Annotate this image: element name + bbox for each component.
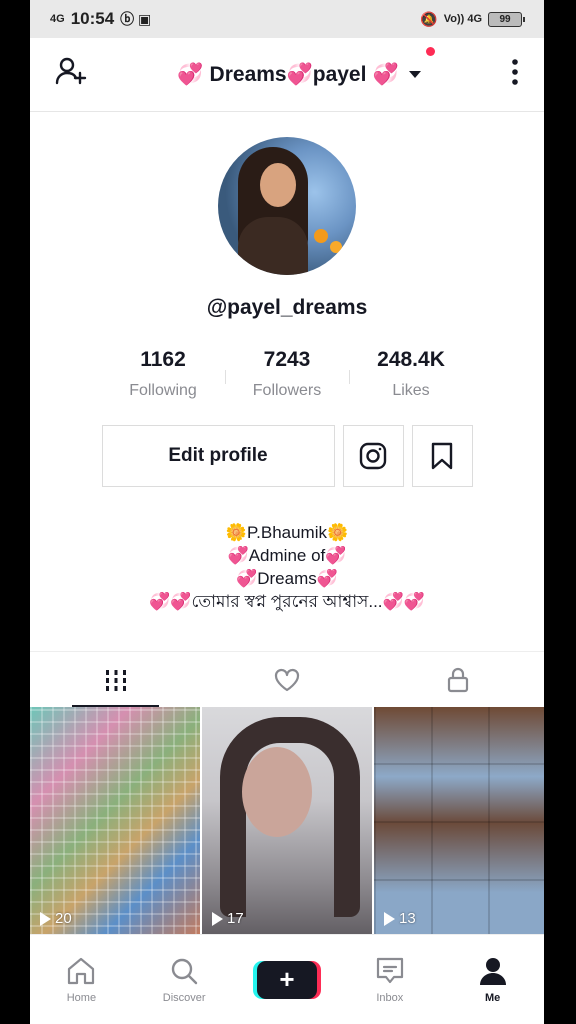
stat-followers[interactable]: 7243 Followers — [225, 348, 349, 400]
username: @payel_dreams — [206, 296, 368, 319]
account-name: Dreams💞payel — [209, 62, 367, 86]
heart-icon — [274, 668, 300, 691]
bio-line: 💞💞তোমার স্বপ্ন পুরনের আশ্বাস...💞💞 — [149, 592, 425, 611]
more-options-icon[interactable] — [510, 57, 520, 92]
app-screen: 4G 10:54 ⓑ ▣ 🔕 Vo)) 4G 99 💞 Dreams💞payel… — [30, 0, 544, 1024]
view-count-value: 20 — [55, 910, 72, 927]
video-grid: 20 17 13 — [30, 707, 544, 939]
nav-inbox[interactable]: Inbox — [350, 956, 430, 1004]
stat-value: 248.4K — [377, 348, 445, 371]
content-tabs — [30, 651, 544, 707]
grid-icon — [105, 669, 126, 691]
inbox-icon — [376, 957, 403, 983]
play-icon — [212, 911, 223, 926]
bio-line: 🌼P.Bhaumik🌼 — [225, 523, 349, 542]
nav-label: Inbox — [376, 991, 404, 1004]
chevron-down-icon — [408, 71, 421, 78]
account-switcher[interactable]: 💞 Dreams💞payel 💞 — [177, 46, 435, 87]
video-thumbnail[interactable]: 13 — [374, 707, 544, 939]
play-icon — [40, 911, 51, 926]
video-thumbnail[interactable]: 17 — [202, 707, 372, 939]
stat-label: Following — [129, 382, 197, 399]
stat-likes[interactable]: 248.4K Likes — [349, 348, 473, 400]
stat-following[interactable]: 1162 Following — [101, 348, 225, 400]
stat-label: Followers — [252, 382, 322, 399]
video-thumbnail[interactable]: 20 — [30, 707, 200, 939]
instagram-button[interactable] — [342, 425, 404, 487]
edit-profile-button[interactable]: Edit profile — [101, 425, 335, 487]
tab-private[interactable] — [373, 652, 544, 707]
nav-home[interactable]: Home — [41, 956, 121, 1004]
stat-value: 7243 — [263, 348, 311, 371]
avatar[interactable] — [218, 137, 356, 275]
notification-icons: ⓑ ▣ — [120, 11, 152, 27]
nav-discover[interactable]: Discover — [144, 956, 224, 1004]
tab-liked[interactable] — [201, 652, 372, 707]
status-bar: 4G 10:54 ⓑ ▣ 🔕 Vo)) 4G 99 — [30, 0, 544, 38]
profile-icon — [479, 957, 506, 985]
battery-icon: 99 — [488, 11, 525, 27]
tab-videos[interactable] — [30, 652, 201, 707]
heart-emoji: 💞 — [372, 62, 399, 86]
nav-label: Discover — [162, 991, 206, 1004]
bottom-nav: Home Discover + Inbox Me — [30, 934, 544, 1024]
network-indicator: 4G — [50, 13, 65, 25]
view-count-value: 13 — [399, 910, 416, 927]
nav-label: Home — [66, 991, 97, 1004]
volte-indicator: Vo)) 4G — [443, 13, 482, 25]
view-count: 17 — [212, 910, 244, 927]
create-button[interactable]: + — [256, 960, 317, 999]
instagram-icon — [359, 442, 387, 470]
lock-icon — [448, 667, 469, 692]
profile-section: @payel_dreams 1162 Following 7243 Follow… — [30, 112, 544, 613]
nav-label: Me — [484, 991, 501, 1004]
clock: 10:54 — [70, 9, 115, 28]
stat-label: Likes — [392, 382, 430, 399]
stats-row: 1162 Following 7243 Followers 248.4K Lik… — [101, 348, 473, 400]
heart-emoji: 💞 — [177, 62, 204, 86]
bio: 🌼P.Bhaumik🌼 💞Admine of💞 💞Dreams💞 💞💞তোমার… — [149, 521, 425, 613]
bio-line: 💞Admine of💞 — [227, 546, 347, 565]
view-count: 13 — [384, 910, 416, 927]
play-icon — [384, 911, 395, 926]
silent-icon: 🔕 — [420, 10, 438, 27]
nav-create[interactable]: + — [247, 960, 327, 999]
profile-actions: Edit profile — [101, 425, 473, 487]
profile-header: 💞 Dreams💞payel 💞 — [30, 38, 544, 112]
add-friend-icon[interactable] — [54, 55, 88, 94]
search-icon — [171, 958, 198, 984]
notification-dot — [425, 46, 435, 56]
view-count: 20 — [40, 910, 72, 927]
stat-value: 1162 — [140, 348, 186, 371]
bookmark-icon — [431, 442, 453, 470]
favorites-button[interactable] — [411, 425, 473, 487]
view-count-value: 17 — [227, 910, 244, 927]
home-icon — [68, 957, 95, 984]
bio-line: 💞Dreams💞 — [236, 569, 338, 588]
nav-me[interactable]: Me — [453, 956, 533, 1004]
